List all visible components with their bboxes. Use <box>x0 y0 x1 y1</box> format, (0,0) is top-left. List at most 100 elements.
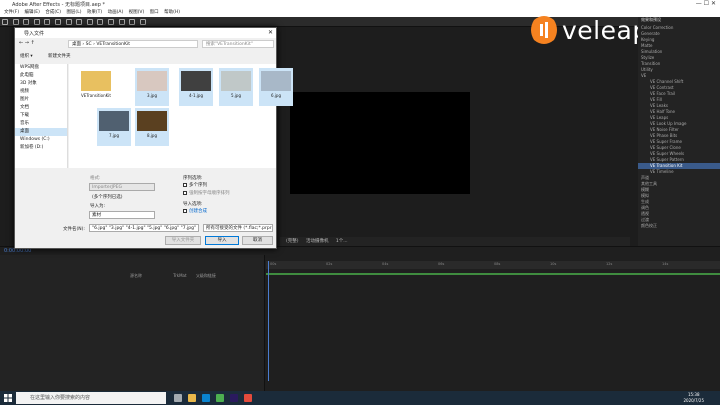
puppet-tool-icon[interactable] <box>139 19 146 25</box>
nav-item[interactable]: 音乐 <box>15 120 67 128</box>
rectangle-tool-icon[interactable] <box>76 19 83 25</box>
stamp-tool-icon[interactable] <box>118 19 125 25</box>
windows-start-icon[interactable] <box>4 394 12 402</box>
force-alpha-row: 强制按字母顺序排列 <box>183 190 230 196</box>
image-thumbnail <box>181 71 211 91</box>
close-icon[interactable]: ✕ <box>268 29 273 36</box>
filename-label: 文件名(N): <box>63 227 85 232</box>
new-folder-button[interactable]: 新建文件夹 <box>48 53 71 59</box>
time-ruler[interactable]: 00s 02s 04s 06s 08s 10s 12s 14s <box>266 261 720 269</box>
ruler-tick-label: 06s <box>438 262 445 266</box>
ruler-tick-label: 00s <box>270 262 277 266</box>
import-folder-button[interactable]: 导入文件夹 <box>165 236 201 245</box>
menu-edit[interactable]: 编辑(E) <box>25 9 40 17</box>
nav-arrows-icon[interactable]: ← → ↑ <box>19 40 35 46</box>
create-comp-row[interactable]: 创建合成 <box>183 208 207 214</box>
checkbox-icon[interactable] <box>183 208 187 213</box>
taskbar-search[interactable]: 在这里输入你要搜索的内容 <box>16 392 166 404</box>
organize-button[interactable]: 组织 ▾ <box>20 53 33 59</box>
folder-item[interactable]: VETransitionKit <box>79 68 113 106</box>
menu-composition[interactable]: 合成(C) <box>45 9 61 17</box>
dialog-toolbar: 组织 ▾ 新建文件夹 <box>15 52 276 61</box>
nav-item[interactable]: 桌面 <box>15 128 67 136</box>
nav-item[interactable]: 视频 <box>15 88 67 96</box>
image-file-item[interactable]: 6.jpg <box>259 68 293 106</box>
dialog-title: 导入文件 <box>24 31 45 37</box>
image-file-item[interactable]: 8.jpg <box>135 108 169 146</box>
file-name: VETransitionKit <box>81 93 111 98</box>
image-file-item[interactable]: 7.jpg <box>97 108 131 146</box>
nav-item[interactable]: 文档 <box>15 104 67 112</box>
views-dropdown[interactable]: 1个... <box>336 239 348 244</box>
zoom-dropdown[interactable]: (完整) <box>286 239 299 244</box>
composition-canvas[interactable] <box>290 92 470 194</box>
viewer-controls: (完整) 活动摄像机 1个... <box>280 237 630 246</box>
layer-panel: 源名称 TrkMat 父级和链接 <box>0 255 265 392</box>
menu-window[interactable]: 窗口 <box>150 9 159 17</box>
file-name: 4-1.jpg <box>189 93 203 98</box>
file-explorer-icon[interactable] <box>188 394 196 402</box>
eraser-tool-icon[interactable] <box>129 19 136 25</box>
address-bar[interactable]: 桌面 › SC › VETransitionKit <box>68 40 198 48</box>
zoom-tool-icon[interactable] <box>33 19 40 25</box>
home-icon[interactable] <box>2 19 8 25</box>
after-effects-icon[interactable] <box>230 394 238 402</box>
nav-item[interactable]: 新加卷 (D:) <box>15 144 67 152</box>
hand-tool-icon[interactable] <box>23 19 30 25</box>
rotate-tool-icon[interactable] <box>44 19 51 25</box>
filetype-select[interactable]: 所有可接受的文件 (*.flac;*.prpr <box>203 224 273 232</box>
chrome-icon[interactable] <box>216 394 224 402</box>
image-file-item[interactable]: 4-1.jpg <box>179 68 213 106</box>
image-file-item[interactable]: 3.jpg <box>135 68 169 106</box>
checkbox-icon[interactable] <box>183 182 187 187</box>
ruler-tick-label: 12s <box>606 262 613 266</box>
breadcrumb-sc[interactable]: SC <box>86 42 92 47</box>
selection-tool-icon[interactable] <box>12 19 19 25</box>
format-field: ImporterJPEG <box>89 183 155 191</box>
filename-input[interactable]: "6.jpg" "3.jpg" "4-1.jpg" "5.jpg" "6.jpg… <box>89 224 199 232</box>
format-label: 格式: <box>90 176 101 181</box>
search-input[interactable]: 搜索"VETransitionKit" <box>202 40 274 48</box>
work-area-bar[interactable] <box>266 273 720 275</box>
pen-tool-icon[interactable] <box>86 19 93 25</box>
nav-item[interactable]: 图片 <box>15 96 67 104</box>
taskbar-clock[interactable]: 15:38 2020/7/25 <box>683 392 704 404</box>
task-view-icon[interactable] <box>174 394 182 402</box>
nav-item[interactable]: 此电脑 <box>15 72 67 80</box>
import-as-select[interactable]: 素材 <box>89 211 155 219</box>
ruler-tick-label: 08s <box>494 262 501 266</box>
import-button[interactable]: 导入 <box>205 236 239 245</box>
app-titlebar: Adobe After Effects - 无标题项目.aep * — ☐ ✕ <box>0 0 720 9</box>
nav-item[interactable]: Windows (C:) <box>15 136 67 144</box>
menu-file[interactable]: 文件(F) <box>4 9 19 17</box>
cancel-button[interactable]: 取消 <box>242 236 273 245</box>
pan-tool-icon[interactable] <box>65 19 72 25</box>
import-options: 格式: ImporterJPEG (多个序列已选) 导入为: 素材 序列选项: … <box>15 171 276 247</box>
camera-dropdown[interactable]: 活动摄像机 <box>306 239 329 244</box>
nav-item[interactable]: WPS网盘 <box>15 64 67 72</box>
app-icon[interactable] <box>244 394 252 402</box>
menu-animation[interactable]: 动画(A) <box>108 9 124 17</box>
col-trkmat: TrkMat <box>173 273 187 278</box>
effects-search[interactable]: 效果和预设 <box>638 17 720 25</box>
menu-effect[interactable]: 效果(T) <box>87 9 102 17</box>
menu-layer[interactable]: 图层(L) <box>66 9 81 17</box>
breadcrumb-folder[interactable]: VETransitionKit <box>96 42 130 47</box>
menu-view[interactable]: 视图(V) <box>129 9 145 17</box>
image-file-item[interactable]: 5.jpg <box>219 68 253 106</box>
brush-tool-icon[interactable] <box>107 19 114 25</box>
text-tool-icon[interactable] <box>97 19 104 25</box>
sequence-checkbox-row[interactable]: 多个序列 <box>183 182 207 188</box>
current-time-indicator[interactable] <box>268 261 269 381</box>
edge-icon[interactable] <box>202 394 210 402</box>
window-controls[interactable]: — ☐ ✕ <box>696 0 716 7</box>
breadcrumb-desktop[interactable]: 桌面 <box>72 42 81 47</box>
navigation-pane: WPS网盘 此电脑 3D 对象 视频 图片 文档 下载 音乐 桌面 Windows (C:) 新加卷… <box>15 64 68 168</box>
menu-help[interactable]: 帮助(H) <box>164 9 180 17</box>
camera-tool-icon[interactable] <box>54 19 61 25</box>
nav-item[interactable]: 下载 <box>15 112 67 120</box>
import-file-dialog: 导入文件 ✕ ← → ↑ 桌面 › SC › VETransitionKit 搜… <box>14 27 293 249</box>
effect-item[interactable]: 颜色校正 <box>638 223 720 229</box>
nav-item[interactable]: 3D 对象 <box>15 80 67 88</box>
ruler-tick-label: 02s <box>326 262 333 266</box>
